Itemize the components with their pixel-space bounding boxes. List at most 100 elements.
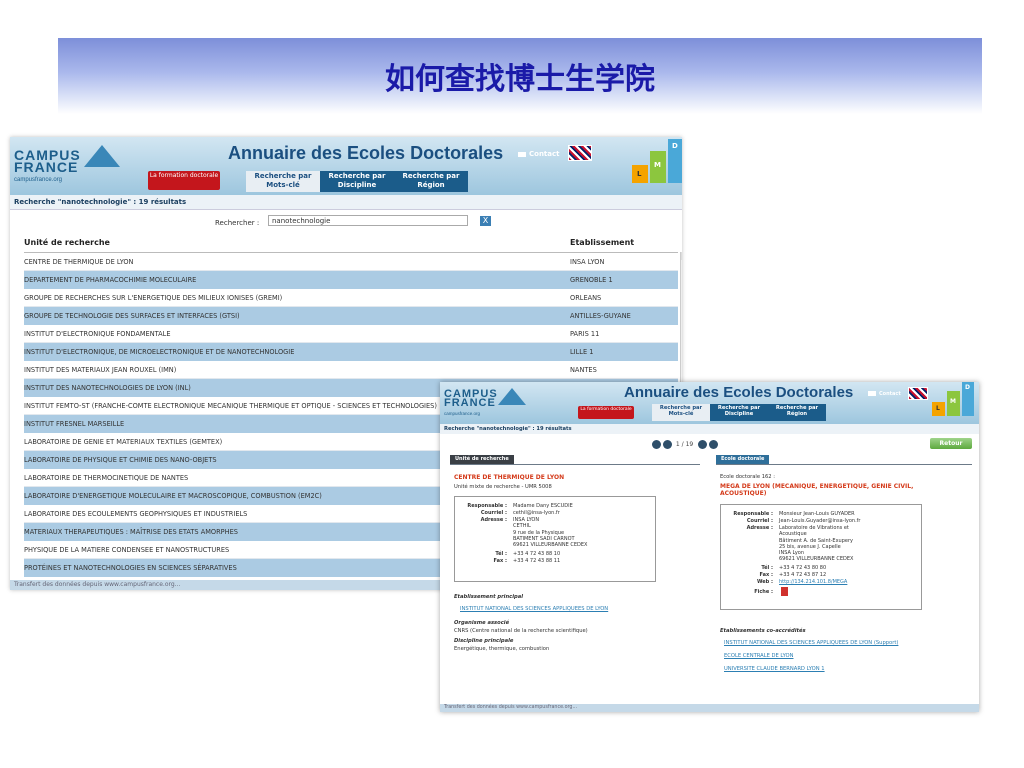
campus-france-logo[interactable]: CAMPUS FRANCE campusfrance.org — [14, 148, 81, 186]
table-row[interactable]: CENTRE DE THERMIQUE DE LYON INSA LYON — [24, 253, 678, 271]
scroll-up-icon[interactable]: ▲ — [681, 252, 682, 260]
lmd-l-label-2: L — [936, 405, 940, 412]
unit-fax-label: Fax : — [493, 558, 507, 564]
lmd-m-block-2: M — [947, 391, 960, 416]
lmd-d-label: D — [672, 142, 678, 150]
accredite-link-3[interactable]: UNIVERSITE CLAUDE BERNARD LYON 1 — [724, 666, 825, 672]
unit-fax-value: +33 4 72 43 88 11 — [513, 558, 561, 564]
row-unit: LABORATOIRE DE THERMOCINETIQUE DE NANTES — [24, 474, 189, 482]
ecole-fiche-label: Fiche : — [754, 589, 773, 595]
row-unit: LABORATOIRE D'ENERGETIQUE MOLECULAIRE ET… — [24, 492, 322, 500]
status-footer-2: Transfert des données depuis www.campusf… — [440, 704, 979, 712]
tab-region[interactable]: Recherche par Région — [394, 171, 468, 192]
ecole-resp-value: Monsieur Jean-Louis GUYADER — [779, 511, 855, 517]
etab-principal-link[interactable]: INSTITUT NATIONAL DES SCIENCES APPLIQUEE… — [460, 606, 608, 612]
unit-mail-label: Courriel : — [480, 510, 507, 516]
ecole-fax-value: +33 4 72 43 87 12 — [779, 572, 827, 578]
pager-count: 1 / 19 — [675, 441, 694, 448]
results-summary: Recherche "nanotechnologie" : 19 résulta… — [10, 195, 682, 210]
site-header-2: CAMPUS FRANCE campusfrance.org Annuaire … — [440, 382, 979, 424]
ecole-resp-label: Responsable : — [733, 511, 773, 517]
tab-mots-cle-2[interactable]: Recherche par Mots-clé — [652, 404, 710, 421]
row-unit: INSTITUT D'ELECTRONIQUE, DE MICROELECTRO… — [24, 348, 295, 356]
row-unit: LABORATOIRE DES ECOULEMENTS GEOPHYSIQUES… — [24, 510, 248, 518]
first-page-icon[interactable] — [652, 440, 661, 449]
table-header: Unité de recherche Etablissement — [24, 233, 678, 253]
ecole-web-label: Web : — [756, 579, 773, 585]
lmd-d-block-2: D — [962, 382, 974, 416]
tab-discipline-2[interactable]: Recherche par Discipline — [710, 404, 768, 421]
ecole-number: Ecole doctorale 162 : — [720, 474, 776, 480]
row-etablissement: ANTILLES-GUYANE — [570, 312, 631, 320]
unit-resp-label: Responsable : — [467, 503, 507, 509]
contact-link[interactable]: Contact — [518, 150, 560, 158]
row-unit: INSTITUT FRESNEL MARSEILLE — [24, 420, 125, 428]
discipline-title: Discipline principale — [454, 638, 514, 644]
row-unit: DEPARTEMENT DE PHARMACOCHIMIE MOLECULAIR… — [24, 276, 197, 284]
campus-france-logo-2[interactable]: CAMPUS FRANCE campusfrance.org — [444, 389, 498, 418]
detail-screenshot: CAMPUS FRANCE campusfrance.org Annuaire … — [440, 382, 979, 712]
unit-addr-label: Adresse : — [480, 517, 507, 523]
row-etablissement: PARIS 11 — [570, 330, 600, 338]
table-row[interactable]: INSTITUT D'ELECTRONIQUE FONDAMENTALE PARI… — [24, 325, 678, 343]
pager: 1 / 19 — [652, 440, 720, 450]
row-unit: LABORATOIRE DE GENIE ET MATERIAUX TEXTIL… — [24, 438, 223, 446]
ecole-panel-divider — [716, 464, 972, 465]
ecole-mail-value[interactable]: Jean-Louis.Guyader@insa-lyon.fr — [779, 518, 860, 524]
app-title: Annuaire des Ecoles Doctorales — [228, 143, 504, 163]
clear-search-button[interactable]: X — [480, 216, 491, 226]
tab-mots-cle[interactable]: Recherche par Mots-clé — [246, 171, 320, 192]
row-unit: INSTITUT DES MATERIAUX JEAN ROUXEL (IMN) — [24, 366, 177, 374]
etab-principal-title: Etablissement principal — [454, 594, 523, 600]
uk-flag-icon[interactable] — [568, 145, 592, 161]
lmd-m-block: M — [650, 151, 666, 183]
row-unit: GROUPE DE TECHNOLOGIE DES SURFACES ET IN… — [24, 312, 240, 320]
row-etablissement: NANTES — [570, 366, 597, 374]
unit-panel-divider — [450, 464, 700, 465]
slide-title: 如何查找博士生学院 — [385, 62, 655, 97]
tab-discipline[interactable]: Recherche par Discipline — [320, 171, 394, 192]
previous-page-icon[interactable] — [663, 440, 672, 449]
next-page-icon[interactable] — [698, 440, 708, 449]
uk-flag-icon-2[interactable] — [908, 387, 928, 400]
row-etablissement: INSA LYON — [570, 258, 605, 266]
results-summary-2: Recherche "nanotechnologie" : 19 résulta… — [440, 424, 979, 434]
formation-doctorale-button[interactable]: La formation doctorale — [148, 171, 220, 190]
lmd-d-block: D — [668, 139, 682, 183]
ecole-addr-value: Laboratoire de Vibrations et Acoustique … — [779, 525, 854, 563]
unit-panel-tab: Unité de recherche — [450, 455, 514, 464]
contact-link-2[interactable]: Contact — [868, 391, 901, 397]
lmd-l-block: L — [632, 165, 648, 183]
ecole-contact-box: Responsable : Monsieur Jean-Louis GUYADE… — [720, 504, 922, 610]
retour-button[interactable]: Retour — [930, 438, 972, 449]
table-row[interactable]: INSTITUT DES MATERIAUX JEAN ROUXEL (IMN)… — [24, 361, 678, 379]
unit-mail-value[interactable]: cethil@insa-lyon.fr — [513, 510, 560, 516]
row-unit: MATERIAUX THERAPEUTIQUES : MAÎTRISE DES … — [24, 528, 238, 536]
lmd-l-block-2: L — [932, 402, 945, 416]
triangle-logo-icon — [84, 145, 120, 167]
last-page-icon[interactable] — [709, 440, 719, 449]
lmd-d-label-2: D — [965, 384, 970, 391]
table-row[interactable]: DEPARTEMENT DE PHARMACOCHIMIE MOLECULAIR… — [24, 271, 678, 289]
accredite-link-2[interactable]: ECOLE CENTRALE DE LYON — [724, 653, 793, 659]
formation-doctorale-button-2[interactable]: La formation doctorale — [578, 406, 634, 419]
column-header-unit[interactable]: Unité de recherche — [24, 233, 110, 252]
accredites-title: Etablissements co-accrédités — [720, 628, 806, 634]
table-row[interactable]: GROUPE DE TECHNOLOGIE DES SURFACES ET IN… — [24, 307, 678, 325]
column-header-etablissement[interactable]: Etablissement — [570, 233, 634, 252]
brand-url-2: campusfrance.org — [444, 411, 481, 416]
ecole-panel-tab: Ecole doctorale — [716, 455, 770, 464]
brand-line2-2: FRANCE — [444, 397, 496, 409]
ecole-name-line1: MEGA DE LYON (MECANIQUE, ENERGETIQUE, GE… — [720, 483, 914, 490]
site-header: CAMPUS FRANCE campusfrance.org Annuaire … — [10, 137, 682, 195]
search-input[interactable]: nanotechnologie — [268, 215, 468, 226]
row-etablissement: GRENOBLE 1 — [570, 276, 613, 284]
table-row[interactable]: INSTITUT D'ELECTRONIQUE, DE MICROELECTRO… — [24, 343, 678, 361]
accredite-link-1[interactable]: INSTITUT NATIONAL DES SCIENCES APPLIQUEE… — [724, 640, 898, 646]
pdf-icon[interactable] — [781, 587, 788, 596]
ecole-tel-value: +33 4 72 43 80 80 — [779, 565, 827, 571]
search-row: Rechercher : nanotechnologie X — [10, 214, 682, 230]
ecole-web-link[interactable]: http://134.214.101.8/MEGA — [779, 579, 847, 585]
tab-region-2[interactable]: Recherche par Région — [768, 404, 826, 421]
table-row[interactable]: GROUPE DE RECHERCHES SUR L'ENERGETIQUE D… — [24, 289, 678, 307]
